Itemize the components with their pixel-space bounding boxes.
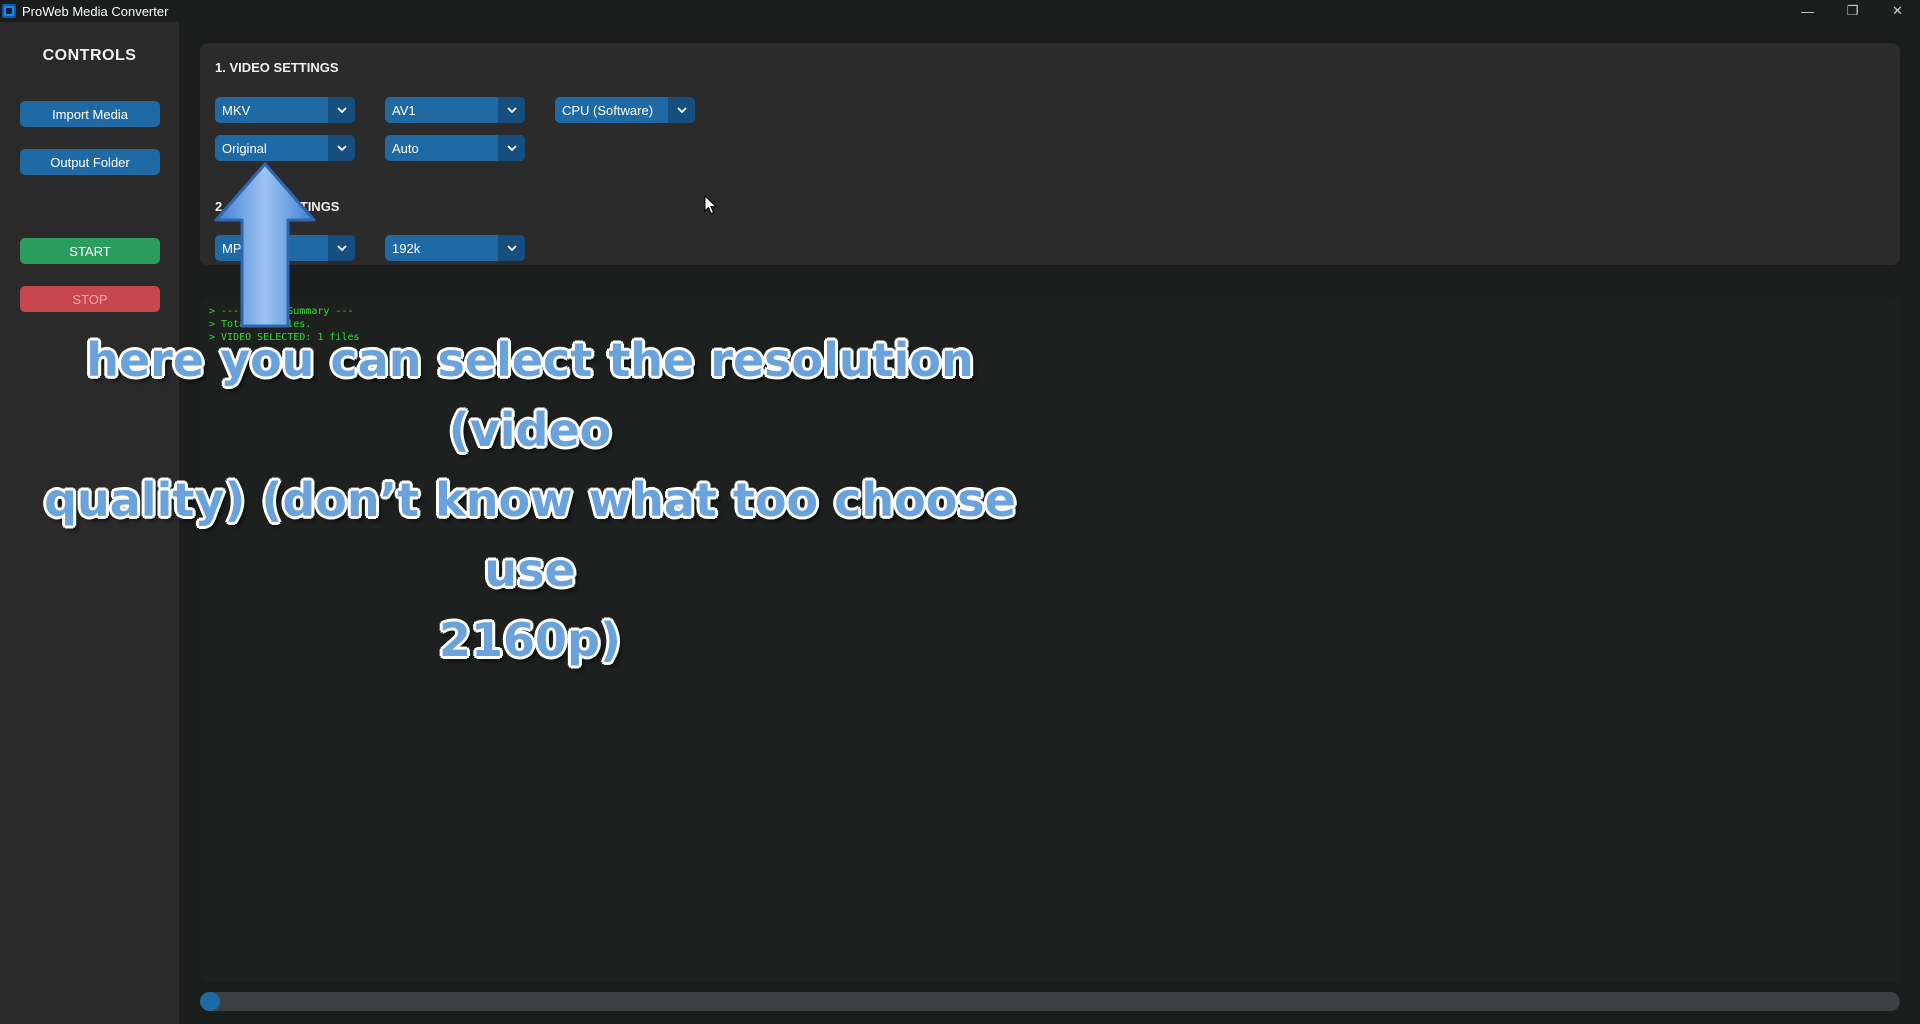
chevron-down-icon[interactable]: [328, 97, 355, 123]
audio-bitrate-value: 192k: [392, 240, 421, 256]
minimize-icon[interactable]: —: [1785, 0, 1830, 22]
chevron-down-icon[interactable]: [328, 235, 355, 261]
title-bar: ProWeb Media Converter — ❐ ✕: [0, 0, 1920, 22]
annotation-line: quality) (don’t know what too choose use: [44, 473, 1016, 597]
close-icon[interactable]: ✕: [1875, 0, 1920, 22]
chevron-down-icon[interactable]: [668, 97, 695, 123]
annotation-text: here you can select the resolution (vide…: [10, 325, 1050, 675]
window-controls: — ❐ ✕: [1785, 0, 1920, 22]
arrow-up-icon: [214, 162, 316, 328]
fps-value: Auto: [392, 140, 419, 156]
codec-dropdown[interactable]: AV1: [385, 97, 525, 123]
video-settings-title: 1. VIDEO SETTINGS: [215, 60, 339, 75]
cursor-icon: [704, 195, 718, 215]
settings-panel: 1. VIDEO SETTINGS MKV AV1 CPU (Software)…: [200, 43, 1900, 265]
container-dropdown[interactable]: MKV: [215, 97, 355, 123]
encoder-value: CPU (Software): [562, 102, 654, 118]
import-media-button[interactable]: Import Media: [20, 101, 160, 127]
annotation-line: 2160p): [439, 613, 621, 667]
audio-bitrate-dropdown[interactable]: 192k: [385, 235, 525, 261]
output-folder-button[interactable]: Output Folder: [20, 149, 160, 175]
resolution-value: Original: [222, 140, 267, 156]
container-value: MKV: [222, 102, 251, 118]
window-title: ProWeb Media Converter: [22, 3, 169, 19]
progress-bar: [200, 992, 1900, 1011]
start-button[interactable]: START: [20, 238, 160, 264]
encoder-dropdown[interactable]: CPU (Software): [555, 97, 695, 123]
chevron-down-icon[interactable]: [328, 135, 355, 161]
sidebar-title: CONTROLS: [42, 47, 137, 64]
chevron-down-icon[interactable]: [498, 135, 525, 161]
maximize-icon[interactable]: ❐: [1830, 0, 1875, 22]
resolution-dropdown[interactable]: Original: [215, 135, 355, 161]
chevron-down-icon[interactable]: [498, 97, 525, 123]
annotation-line: here you can select the resolution (vide…: [86, 333, 974, 457]
app-icon: [2, 4, 16, 18]
codec-value: AV1: [392, 102, 416, 118]
chevron-down-icon[interactable]: [498, 235, 525, 261]
progress-fill: [200, 992, 221, 1011]
stop-button[interactable]: STOP: [20, 286, 160, 312]
fps-dropdown[interactable]: Auto: [385, 135, 525, 161]
